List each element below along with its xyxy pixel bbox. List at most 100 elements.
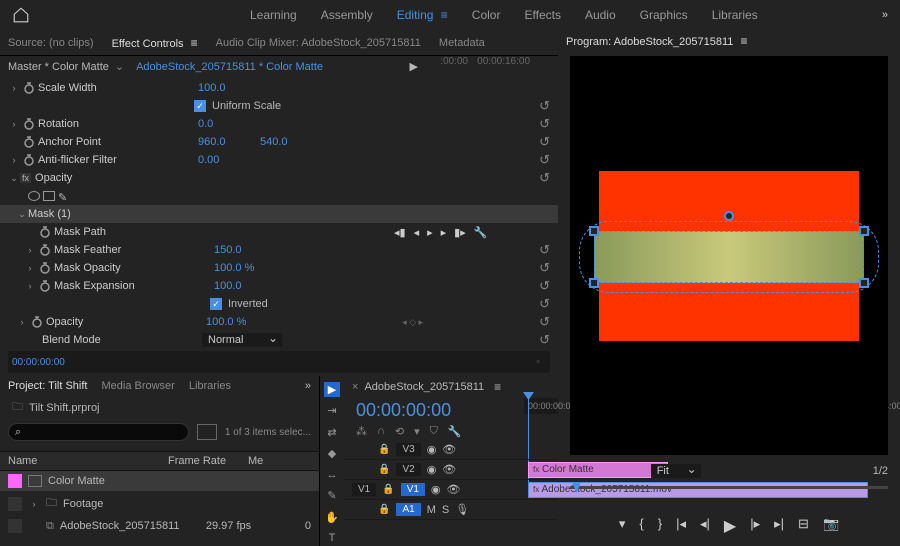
linked-selection-icon[interactable]: ⟲ (395, 425, 404, 438)
toggle-output-icon[interactable]: ◉ (427, 443, 437, 456)
lift-icon[interactable]: ⊟ (798, 516, 809, 536)
col-media[interactable]: Me (248, 455, 263, 467)
stopwatch-icon[interactable] (22, 153, 36, 167)
sequence-name[interactable]: AdobeStock_205715811 (364, 381, 484, 393)
value-scale-width[interactable]: 100.0 (198, 82, 298, 94)
reset-icon[interactable]: ↺ (539, 116, 550, 132)
value-anchor-x[interactable]: 960.0 (198, 136, 248, 148)
eye-icon[interactable]: 👁 (442, 463, 456, 476)
toggle-output-icon[interactable]: ◉ (427, 463, 437, 476)
value-mask-feather[interactable]: 150.0 (214, 244, 314, 256)
clip-color-matte[interactable]: fx Color Matte (528, 462, 668, 478)
stopwatch-icon[interactable] (38, 243, 52, 257)
tab-assembly[interactable]: Assembly (321, 6, 373, 24)
mask-handle[interactable] (589, 278, 599, 288)
tab-metadata[interactable]: Metadata (439, 37, 485, 49)
play-icon[interactable]: ▶ (724, 516, 736, 536)
track-a1[interactable]: A1 (396, 503, 420, 516)
bin-thumb-icon[interactable] (197, 424, 217, 440)
mic-icon[interactable]: 🎙 (455, 503, 469, 516)
tab-media-browser[interactable]: Media Browser (101, 380, 174, 392)
col-frame-rate[interactable]: Frame Rate (168, 455, 248, 467)
checkbox-uniform-scale[interactable]: ✓ (194, 100, 206, 112)
step-back-icon[interactable]: ◂| (700, 516, 710, 536)
track-forward-icon[interactable]: ▮▸ (454, 226, 466, 239)
tab-program[interactable]: Program: AdobeStock_205715811 (566, 36, 747, 48)
magnet-icon[interactable]: ∩ (377, 425, 385, 438)
reset-icon[interactable]: ↺ (539, 332, 550, 348)
bin-item-footage[interactable]: ›🗀Footage (0, 491, 319, 516)
dropdown-blend-mode[interactable]: Normal (202, 333, 282, 347)
reset-icon[interactable]: ↺ (539, 134, 550, 150)
stopwatch-icon[interactable] (22, 135, 36, 149)
value-mask-expansion[interactable]: 100.0 (214, 280, 314, 292)
slip-tool-icon[interactable]: ↔ (324, 467, 340, 482)
tab-audio[interactable]: Audio (585, 6, 616, 24)
mask-handle[interactable] (859, 226, 869, 236)
tab-effect-controls[interactable]: Effect Controls (112, 36, 198, 50)
lock-icon[interactable]: 🔒 (378, 464, 390, 475)
stopwatch-icon[interactable] (22, 117, 36, 131)
stopwatch-icon[interactable] (38, 261, 52, 275)
go-to-out-icon[interactable]: ▸| (774, 516, 784, 536)
play-icon[interactable]: ▸ (427, 226, 433, 239)
razor-tool-icon[interactable]: ◆ (324, 446, 340, 461)
stopwatch-icon[interactable] (30, 315, 44, 329)
ripple-tool-icon[interactable]: ⇄ (324, 425, 340, 440)
tab-editing[interactable]: Editing (397, 6, 448, 24)
tab-graphics[interactable]: Graphics (640, 6, 688, 24)
tab-libraries[interactable]: Libraries (712, 6, 758, 24)
tab-audio-mixer[interactable]: Audio Clip Mixer: AdobeStock_205715811 (216, 37, 421, 49)
eye-icon[interactable]: 👁 (442, 443, 456, 456)
pen-tool-icon[interactable]: ✎ (324, 488, 340, 503)
source-v1[interactable]: V1 (352, 483, 376, 496)
solo-icon[interactable]: S (442, 504, 449, 516)
clip-name-link[interactable]: AdobeStock_205715811 * Color Matte (136, 61, 323, 73)
keyframe-nav[interactable]: ◂ ◇ ▸ (402, 317, 423, 328)
go-to-in-icon[interactable]: |◂ (676, 516, 686, 536)
step-forward-icon[interactable]: |▸ (750, 516, 760, 536)
wrench-icon[interactable]: 🔧 (448, 425, 462, 438)
tab-learning[interactable]: Learning (250, 6, 297, 24)
checkbox-inverted[interactable]: ✓ (210, 298, 222, 310)
mask-handle[interactable] (589, 226, 599, 236)
wrench-icon[interactable]: 🔧 (474, 226, 488, 239)
prev-frame-icon[interactable]: ◂ (414, 226, 420, 239)
reset-icon[interactable]: ↺ (539, 296, 550, 312)
timeline-timecode[interactable]: 00:00:00:00 (344, 398, 524, 423)
zoom-level[interactable]: 1/2 (873, 465, 888, 477)
selection-tool-icon[interactable]: ▶ (324, 382, 340, 397)
stopwatch-icon[interactable] (38, 279, 52, 293)
value-rotation[interactable]: 0.0 (198, 118, 298, 130)
value-mask-opacity[interactable]: 100.0 % (214, 262, 314, 274)
value-opacity[interactable]: 100.0 % (206, 316, 306, 328)
mark-in-icon[interactable]: ▾ (619, 516, 626, 536)
stopwatch-icon[interactable] (38, 225, 52, 239)
search-input[interactable] (8, 423, 189, 441)
track-v3[interactable]: V3 (396, 443, 420, 456)
tab-libraries-panel[interactable]: Libraries (189, 380, 231, 392)
mute-icon[interactable]: M (427, 504, 436, 516)
reset-icon[interactable]: ↺ (539, 278, 550, 294)
reset-icon[interactable]: ↺ (539, 98, 550, 114)
tab-color[interactable]: Color (472, 6, 501, 24)
more-tabs-icon[interactable]: » (305, 380, 311, 392)
bin-item-color-matte[interactable]: Color Matte (0, 471, 319, 491)
home-icon[interactable] (12, 6, 30, 24)
mask-shape-tools[interactable]: ✎ (28, 191, 70, 201)
value-anchor-y[interactable]: 540.0 (260, 136, 288, 148)
stopwatch-icon[interactable] (22, 81, 36, 95)
program-monitor[interactable] (570, 56, 888, 455)
snap-icon[interactable]: ⁂ (356, 425, 367, 438)
reset-icon[interactable]: ↺ (539, 152, 550, 168)
toggle-output-icon[interactable]: ◉ (431, 483, 441, 496)
dropdown-fit[interactable]: Fit (651, 464, 701, 478)
program-scrubber[interactable] (570, 486, 888, 506)
mask-rotate-handle[interactable] (724, 211, 734, 221)
col-name[interactable]: Name (8, 455, 168, 467)
more-workspaces-icon[interactable]: » (882, 9, 888, 21)
bin-item-sequence[interactable]: ⧉AdobeStock_20571581129.97 fps0 (0, 516, 319, 536)
hand-tool-icon[interactable]: ✋ (324, 510, 340, 525)
value-anti-flicker[interactable]: 0.00 (198, 154, 298, 166)
track-select-tool-icon[interactable]: ⇥ (324, 403, 340, 418)
